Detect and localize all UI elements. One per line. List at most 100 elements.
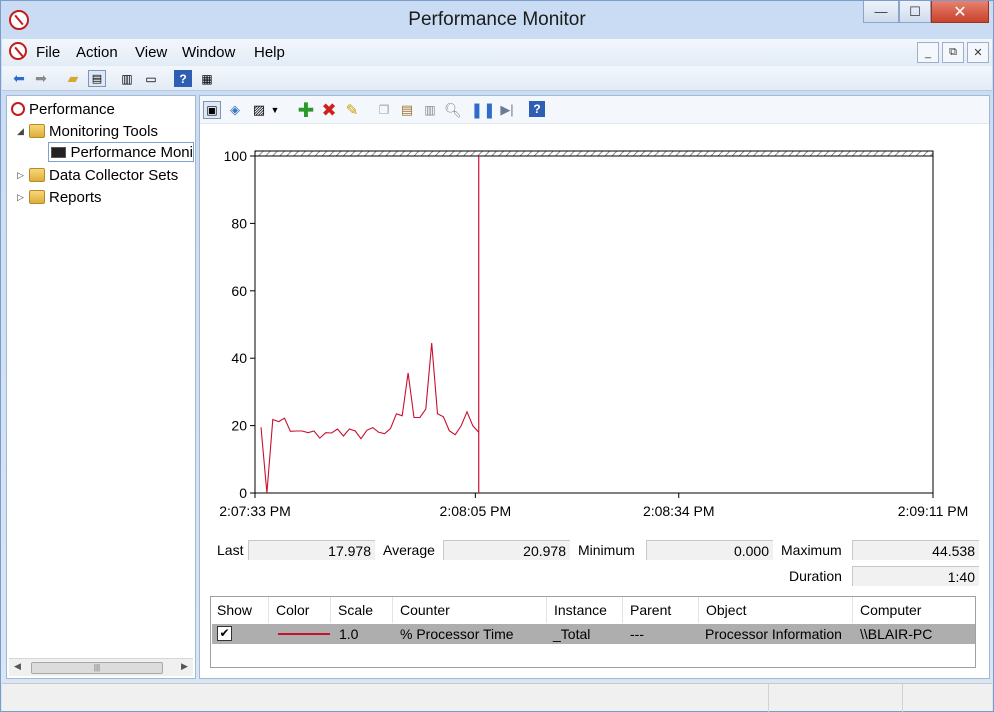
maximize-button[interactable]: ☐ (899, 1, 931, 23)
column-header-counter[interactable]: Counter (394, 597, 547, 623)
document-minimize-button[interactable]: _ (917, 42, 939, 63)
update-data-icon[interactable]: ▶| (498, 101, 516, 119)
column-header-object[interactable]: Object (700, 597, 853, 623)
window-title: Performance Monitor (408, 9, 586, 30)
up-folder-icon[interactable]: ▰ (64, 70, 82, 87)
x-tick-label: 2:07:33 PM (219, 503, 291, 519)
print-icon[interactable]: ▭ (142, 70, 160, 87)
reports-folder-icon (29, 190, 45, 204)
performance-monitor-chart-icon (51, 146, 67, 158)
tree-horizontal-scrollbar[interactable]: ◀ ||| ▶ (9, 658, 193, 676)
data-collector-sets-folder-icon (29, 168, 45, 182)
column-header-instance[interactable]: Instance (548, 597, 623, 623)
add-counter-icon[interactable]: ✚ (297, 100, 315, 122)
document-restore-button[interactable]: ⧉ (942, 42, 964, 63)
document-close-button[interactable]: ✕ (967, 42, 989, 63)
view-current-activity-icon[interactable]: ▣ (203, 101, 221, 119)
copy-properties-icon[interactable]: ❐ (375, 101, 393, 119)
y-tick-label: 20 (231, 418, 247, 434)
menu-view[interactable]: View (135, 44, 167, 61)
counter-cell: % Processor Time (400, 626, 514, 642)
counter-list: Show Color Scale Counter Instance Parent… (210, 596, 976, 668)
back-arrow-icon[interactable]: ⬅ (10, 70, 28, 87)
scrollbar-thumb[interactable]: ||| (31, 662, 163, 674)
document-system-menu-icon[interactable] (9, 42, 27, 60)
status-bar (2, 683, 992, 712)
scroll-left-arrow-icon[interactable]: ◀ (14, 661, 21, 672)
menu-action[interactable]: Action (76, 44, 118, 61)
forward-arrow-icon[interactable]: ➡ (32, 70, 50, 87)
graph-type-dropdown-icon[interactable]: ▼ (269, 101, 281, 119)
delete-counter-icon[interactable]: ✖ (320, 100, 338, 120)
help-icon[interactable]: ? (529, 101, 545, 117)
tree-item-data-collector-sets[interactable]: ▷ Data Collector Sets (17, 165, 178, 185)
collapsed-arrow-icon[interactable]: ▷ (17, 192, 29, 203)
performance-line-chart[interactable]: 0 20 40 60 80 100 2:07:33 PM 2:08:05 PM 2:08:34 … (200, 136, 989, 526)
y-tick-label: 100 (224, 148, 248, 164)
properties-icon[interactable]: ▥ (421, 101, 439, 119)
minimum-label: Minimum (578, 542, 635, 558)
column-header-parent[interactable]: Parent (624, 597, 699, 623)
change-graph-type-icon[interactable]: ▨ (250, 101, 268, 119)
instance-cell: _Total (553, 626, 591, 642)
menu-bar: File Action View Window Help _ ⧉ ✕ (2, 39, 992, 66)
help-icon[interactable]: ? (174, 70, 192, 87)
monitoring-tools-folder-icon (29, 124, 45, 138)
menu-help[interactable]: Help (254, 44, 285, 61)
y-tick-label: 60 (231, 283, 247, 299)
plot-area (254, 155, 934, 494)
last-label: Last (217, 542, 244, 558)
scroll-right-arrow-icon[interactable]: ▶ (181, 661, 188, 672)
tree-item-performance[interactable]: Performance (11, 99, 115, 119)
main-toolbar: ⬅ ➡ ▰ ▤ ▥ ▭ ? ▦ (2, 66, 992, 91)
performance-icon (11, 102, 25, 116)
tree-item-performance-monitor-label: Performance Moni (70, 143, 193, 161)
console-tree: Performance ◢ Monitoring Tools Performan… (6, 95, 196, 679)
menu-file[interactable]: File (36, 44, 60, 61)
column-header-show[interactable]: Show (211, 597, 269, 623)
title-bar: Performance Monitor — ☐ ✕ (1, 1, 993, 39)
average-label: Average (383, 542, 435, 558)
tree-item-reports[interactable]: ▷ Reports (17, 187, 102, 207)
y-tick-label: 40 (231, 350, 247, 366)
y-tick-label: 0 (239, 485, 247, 501)
counter-row[interactable]: ✔ 1.0 % Processor Time _Total --- Proces… (212, 624, 975, 644)
tree-item-data-collector-sets-label: Data Collector Sets (49, 166, 179, 184)
collapsed-arrow-icon[interactable]: ▷ (17, 170, 29, 181)
duration-value: 1:40 (852, 566, 979, 586)
highlight-icon[interactable]: ✎ (343, 101, 361, 119)
tree-item-monitoring-tools[interactable]: ◢ Monitoring Tools (17, 121, 158, 141)
maximum-value: 44.538 (852, 540, 979, 560)
status-segment (768, 684, 902, 712)
status-segment (902, 684, 992, 712)
view-log-data-icon[interactable]: ◈ (226, 101, 244, 119)
object-cell: Processor Information (705, 626, 842, 642)
show-checkbox[interactable]: ✔ (217, 626, 232, 641)
x-tick-label: 2:09:11 PM (898, 503, 969, 519)
show-hide-action-pane-icon[interactable]: ▦ (198, 70, 216, 87)
freeze-display-icon[interactable]: ❚❚ (470, 101, 495, 119)
tree-item-monitoring-tools-label: Monitoring Tools (49, 122, 158, 140)
average-value: 20.978 (443, 540, 570, 560)
column-header-scale[interactable]: Scale (332, 597, 393, 623)
y-tick-label: 80 (231, 215, 247, 231)
performance-monitor-pane: ▣ ◈ ▨ ▼ ✚ ✖ ✎ ❐ ▤ ▥ 🔍︎ ❚❚ ▶| ? 0 20 40 60 80… (199, 95, 990, 679)
maximum-label: Maximum (781, 542, 842, 558)
minimize-button[interactable]: — (863, 1, 899, 23)
plot-top-band (254, 150, 934, 157)
zoom-icon[interactable]: 🔍︎ (444, 101, 462, 119)
tree-item-performance-label: Performance (29, 100, 115, 118)
properties-icon[interactable]: ▥ (118, 70, 136, 87)
computer-cell: \\BLAIR-PC (860, 626, 933, 642)
expanded-arrow-icon[interactable]: ◢ (17, 126, 29, 137)
x-tick-label: 2:08:34 PM (643, 503, 715, 519)
graph-toolbar: ▣ ◈ ▨ ▼ ✚ ✖ ✎ ❐ ▤ ▥ 🔍︎ ❚❚ ▶| ? (200, 96, 989, 124)
column-header-computer[interactable]: Computer (854, 597, 975, 623)
tree-item-performance-monitor[interactable]: Performance Moni (48, 142, 194, 162)
show-hide-console-tree-icon[interactable]: ▤ (88, 70, 106, 87)
menu-window[interactable]: Window (182, 44, 235, 61)
x-tick-label: 2:08:05 PM (440, 503, 512, 519)
paste-counter-list-icon[interactable]: ▤ (398, 101, 416, 119)
column-header-color[interactable]: Color (270, 597, 331, 623)
close-button[interactable]: ✕ (931, 1, 989, 23)
